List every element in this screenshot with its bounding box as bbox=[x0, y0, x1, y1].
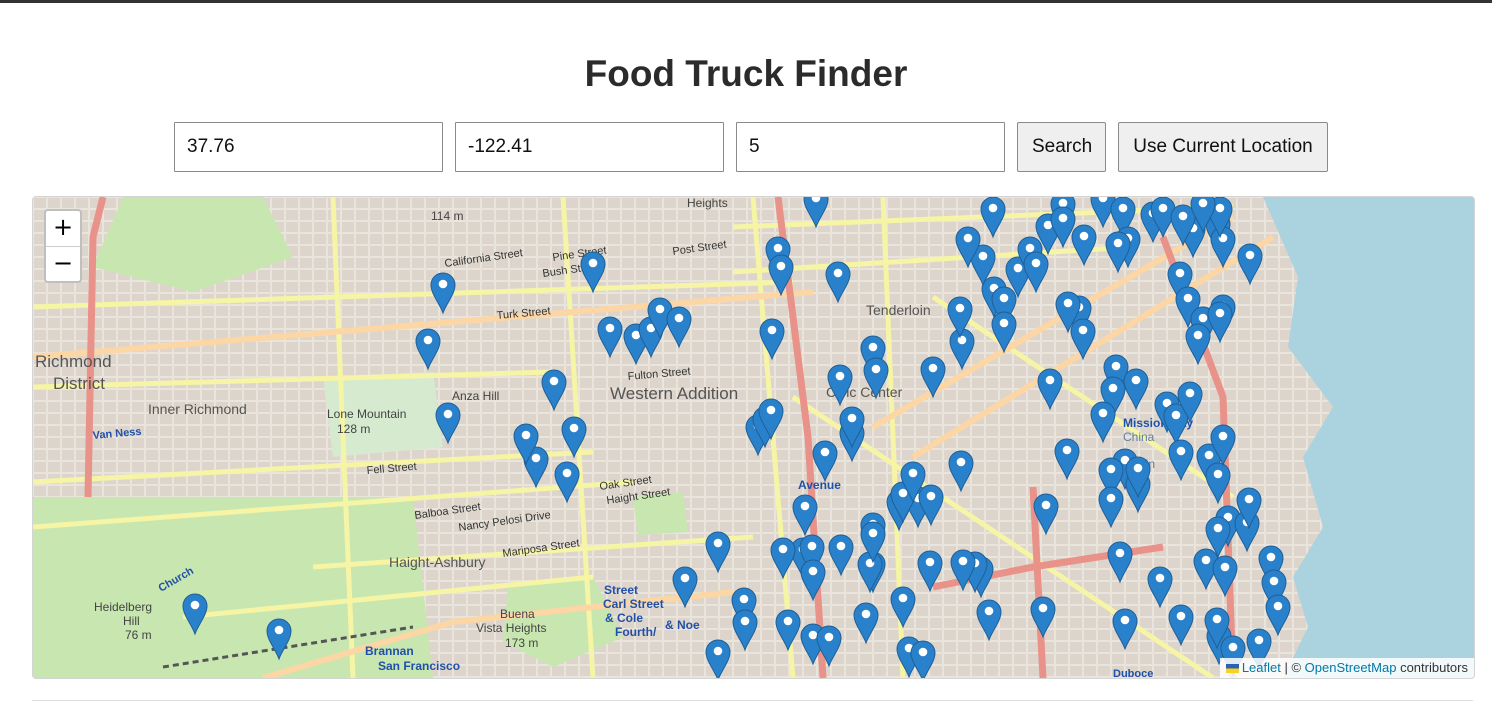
leaflet-link[interactable]: Leaflet bbox=[1242, 660, 1281, 675]
map-label-peak: 76 m bbox=[125, 628, 152, 642]
map-label-peak: Lone Mountain bbox=[327, 407, 406, 421]
map-label-peak: Vista Heights bbox=[476, 621, 546, 635]
map-label-peak: Anza Hill bbox=[452, 389, 499, 403]
map-label-peak: Hill bbox=[123, 614, 140, 628]
radius-input[interactable] bbox=[736, 122, 1005, 172]
map-label-peak: 114 m bbox=[431, 209, 463, 223]
attribution-suffix: contributors bbox=[1396, 660, 1468, 675]
map-tiles[interactable]: Richmond District Inner Richmond Western Ad… bbox=[33, 197, 1474, 678]
search-button[interactable]: Search bbox=[1017, 122, 1106, 172]
map-label-transit: Street bbox=[604, 583, 638, 597]
map-label-transit: Brannan bbox=[365, 644, 414, 658]
map-label-transit: Avenue bbox=[798, 478, 841, 492]
bottom-divider bbox=[32, 700, 1473, 701]
map-label-transit: Duboce bbox=[1113, 668, 1153, 678]
map-label-peak: Buena bbox=[500, 607, 535, 621]
map-label-transit: Carl Street bbox=[603, 597, 664, 611]
openstreetmap-link[interactable]: OpenStreetMap bbox=[1305, 660, 1397, 675]
page-title: Food Truck Finder bbox=[584, 53, 908, 94]
map-label-peak: 173 m bbox=[505, 636, 538, 650]
map-attribution: Leaflet | © OpenStreetMap contributors bbox=[1219, 658, 1474, 678]
map-label-peak: Heidelberg bbox=[94, 600, 152, 614]
map-label-transit: San Francisco bbox=[378, 659, 460, 673]
map-label-district: Tenderloin bbox=[866, 302, 931, 318]
top-border bbox=[0, 0, 1492, 3]
map-label-transit: & Noe bbox=[665, 618, 700, 632]
map-label-district: Inner Richmond bbox=[148, 401, 247, 417]
map-label-peak: 128 m bbox=[337, 422, 370, 436]
map-label-district: Western Addition bbox=[610, 384, 738, 403]
zoom-out-button[interactable]: − bbox=[46, 247, 80, 282]
attribution-separator: | © bbox=[1280, 660, 1305, 675]
zoom-control: + − bbox=[44, 209, 82, 283]
zoom-in-button[interactable]: + bbox=[46, 211, 80, 247]
latitude-input[interactable] bbox=[174, 122, 443, 172]
map-label-district: District bbox=[53, 374, 105, 393]
map-label-district: Richmond bbox=[35, 352, 112, 371]
map-label-transit: Fourth/ bbox=[615, 625, 657, 639]
map-container[interactable]: Richmond District Inner Richmond Western Ad… bbox=[32, 196, 1475, 679]
map-label-transit: & Cole bbox=[605, 611, 643, 625]
map-label-water: China bbox=[1123, 430, 1155, 444]
ukraine-flag-icon bbox=[1225, 664, 1239, 673]
map-label-district: Haight-Ashbury bbox=[389, 554, 486, 570]
map-label-peak: Heights bbox=[687, 197, 728, 210]
longitude-input[interactable] bbox=[455, 122, 724, 172]
use-current-location-button[interactable]: Use Current Location bbox=[1118, 122, 1328, 172]
